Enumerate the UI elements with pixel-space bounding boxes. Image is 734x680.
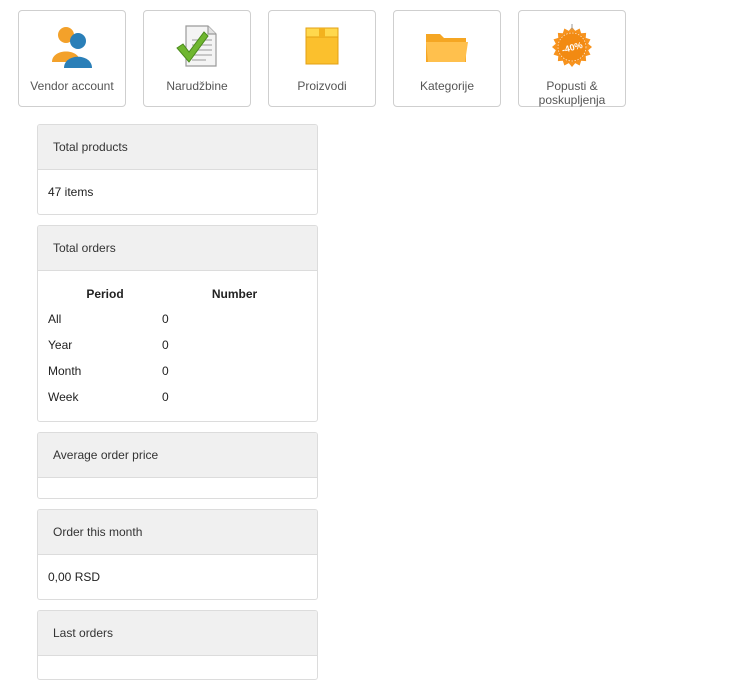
panel-title: Total orders	[38, 226, 317, 271]
panel-last-orders: Last orders	[37, 610, 318, 680]
box-icon	[305, 27, 339, 65]
panel-title: Order this month	[38, 510, 317, 555]
panel-total-products: Total products 47 items	[37, 124, 318, 215]
period-cell: Year	[48, 338, 73, 352]
number-cell: 0	[162, 338, 169, 352]
orders-table: Period Number All 0 Year 0 Month 0 Week …	[48, 286, 307, 416]
discount-badge-icon: -40%	[552, 24, 592, 67]
total-orders-body: Period Number All 0 Year 0 Month 0 Week …	[38, 286, 317, 416]
period-cell: All	[48, 312, 62, 326]
tile-proizvodi[interactable]: Proizvodi	[268, 10, 376, 107]
column-header-number: Number	[211, 287, 258, 301]
period-cell: Week	[48, 390, 79, 404]
tile-kategorije[interactable]: Kategorije	[393, 10, 501, 107]
table-row: Month 0	[48, 364, 307, 390]
document-check-icon	[176, 25, 217, 67]
tile-popusti[interactable]: -40% Popusti & poskupljenja	[518, 10, 626, 107]
tile-narudzbine[interactable]: Narudžbine	[143, 10, 251, 107]
panel-order-this-month: Order this month 0,00 RSD	[37, 509, 318, 600]
tile-label: Proizvodi	[297, 79, 347, 93]
table-row: Year 0	[48, 338, 307, 364]
table-row: Week 0	[48, 390, 307, 416]
tile-vendor-account[interactable]: Vendor account	[18, 10, 126, 107]
tile-label: Vendor account	[30, 79, 114, 93]
order-this-month-value: 0,00 RSD	[48, 570, 101, 584]
number-cell: 0	[162, 390, 169, 404]
column-header-period: Period	[86, 287, 124, 301]
tile-label: Narudžbine	[166, 79, 228, 93]
number-cell: 0	[162, 364, 169, 378]
average-order-price-value	[38, 478, 317, 498]
panel-total-orders: Total orders Period Number All 0 Year 0	[37, 225, 318, 422]
total-products-value: 47 items	[48, 185, 94, 199]
period-cell: Month	[48, 364, 82, 378]
tile-label: Kategorije	[419, 79, 475, 93]
tile-label: Popusti & poskupljenja	[538, 79, 606, 107]
users-icon	[52, 27, 92, 68]
panel-title: Average order price	[38, 433, 317, 478]
panel-title: Last orders	[38, 611, 317, 656]
number-cell: 0	[162, 312, 169, 326]
folder-icon	[426, 34, 468, 62]
table-row: All 0	[48, 312, 307, 338]
panel-title: Total products	[38, 125, 317, 170]
panel-average-order-price: Average order price	[37, 432, 318, 499]
